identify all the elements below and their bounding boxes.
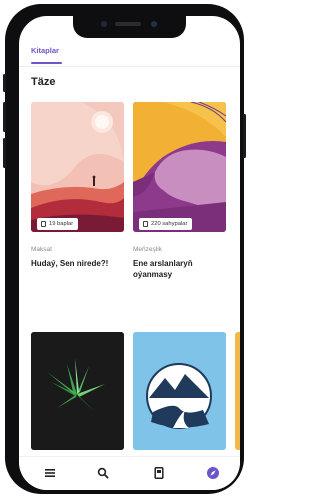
- proximity-sensor: [101, 21, 107, 27]
- book-category-1: Maksat: [31, 246, 52, 253]
- chapters-badge: 19 baplar: [37, 218, 79, 230]
- book-title-1[interactable]: Hudaý, Sen nirede?!: [31, 258, 126, 269]
- active-tab-indicator: [31, 62, 62, 64]
- desert-sunset-illustration: [31, 102, 124, 232]
- book-title-2-line2: oýanmasy: [133, 270, 173, 279]
- bottom-nav: [19, 456, 240, 490]
- power-button: [243, 114, 246, 158]
- phone-frame: Kitaplar Täze 19 baplar Maksat Hudaý, Se…: [3, 4, 246, 494]
- tab-bar: Kitaplar: [19, 40, 240, 67]
- lion-silhouette-illustration: [133, 102, 226, 232]
- notch: [73, 16, 186, 38]
- compass-icon: [207, 467, 219, 479]
- book-title-2[interactable]: Ene arslanlaryň oýanmasy: [133, 258, 228, 280]
- search-icon: [97, 467, 109, 479]
- discover-button[interactable]: [206, 466, 220, 480]
- menu-button[interactable]: [43, 466, 57, 480]
- app-screen: Kitaplar Täze 19 baplar Maksat Hudaý, Se…: [19, 16, 240, 490]
- book-cover-3[interactable]: [31, 332, 124, 450]
- book-cover-5-partial[interactable]: [235, 332, 240, 450]
- book-category-2: Meňzeşlik: [133, 246, 162, 253]
- book-icon: [154, 467, 164, 479]
- hamburger-menu-icon: [45, 469, 55, 477]
- document-icon: [143, 221, 148, 227]
- section-title: Täze: [31, 76, 56, 88]
- book-cover-4[interactable]: [133, 332, 226, 450]
- pages-badge: 220 sahypalar: [139, 218, 193, 230]
- front-camera: [151, 21, 157, 27]
- pages-badge-label: 220 sahypalar: [151, 221, 188, 227]
- mountain-road-illustration: [133, 332, 226, 450]
- volume-down-button: [3, 138, 6, 168]
- search-button[interactable]: [96, 466, 110, 480]
- volume-up-button: [3, 102, 6, 132]
- tab-kitaplar[interactable]: Kitaplar: [31, 46, 59, 55]
- plant-illustration: [31, 332, 124, 450]
- book-title-2-line1: Ene arslanlaryň: [133, 259, 193, 268]
- book-cover-2[interactable]: 220 sahypalar: [133, 102, 226, 232]
- speaker-grille: [115, 22, 141, 26]
- chapters-badge-label: 19 baplar: [49, 221, 74, 227]
- document-icon: [41, 221, 46, 227]
- mute-switch: [3, 74, 6, 92]
- library-button[interactable]: [152, 466, 166, 480]
- book-cover-1[interactable]: 19 baplar: [31, 102, 124, 232]
